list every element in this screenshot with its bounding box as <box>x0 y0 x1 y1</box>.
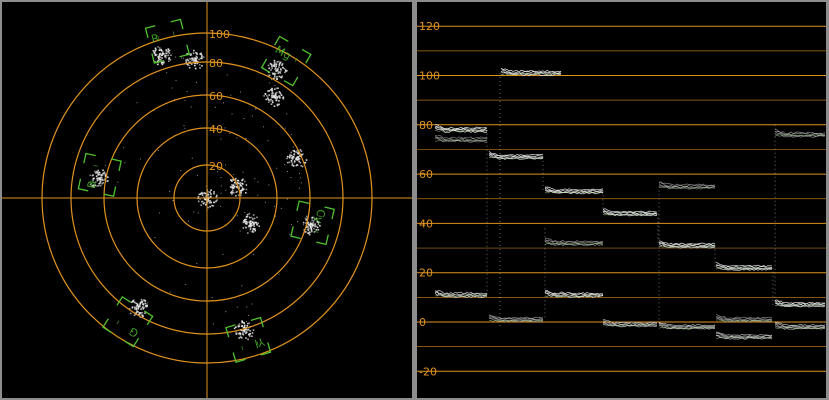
waveform-band <box>658 181 716 190</box>
vectorscope-targets: RMgBCyGYl <box>77 18 336 364</box>
waveform-band <box>488 314 544 323</box>
waveform-band <box>544 186 604 195</box>
waveform-band <box>774 299 826 308</box>
waveform-plot: 120 100 80 60 40 20 0 -20 <box>417 20 826 378</box>
vectorscope-target-letter: Yl <box>253 334 267 349</box>
waveform-scale-label: 100 <box>419 70 440 83</box>
vectorscope-ring-label: 60 <box>209 90 223 103</box>
vectorscope-target-letter: Cy <box>312 208 328 225</box>
vectorscope-cluster <box>197 189 218 209</box>
vectorscope-ring-label: 20 <box>209 160 223 173</box>
waveform-band <box>658 240 716 249</box>
waveform-band <box>715 313 773 323</box>
waveform-band <box>544 237 604 247</box>
waveform-band <box>774 322 826 330</box>
waveform-band <box>602 208 658 217</box>
vectorscope-ring-label: 100 <box>209 28 230 41</box>
vectorscope-target-letter: Mg <box>273 43 294 63</box>
waveform-scale-label: 20 <box>419 267 433 280</box>
vectorscope-panel: 20 40 60 80 100 R Mg B Cy G Yl <box>2 2 412 398</box>
waveform-band <box>500 67 562 77</box>
waveform-band <box>774 128 826 138</box>
waveform-band <box>602 318 658 328</box>
waveform-scale-label: -20 <box>419 365 437 378</box>
vectorscope-target-box: R <box>144 18 191 64</box>
vectorscope-cluster <box>185 49 205 70</box>
waveform-transitions <box>486 73 776 327</box>
waveform-band <box>434 124 488 133</box>
waveform-scale-label: 60 <box>419 168 433 181</box>
waveform-band <box>658 322 716 330</box>
waveform-band <box>544 289 604 299</box>
waveform-band <box>434 290 488 299</box>
vectorscope-plot: 20406080100 RMgBCyGYl <box>2 2 412 398</box>
waveform-band <box>434 134 488 143</box>
waveform-band <box>715 331 773 340</box>
vectorscope-target-letter: R <box>150 31 161 46</box>
waveform-panel: 120 100 80 60 40 20 0 -20 <box>417 2 826 398</box>
vectorscope-ring-label: 80 <box>209 57 223 70</box>
waveform-band <box>715 262 773 271</box>
vectorscope-cluster <box>267 59 288 80</box>
waveform-traces <box>434 67 826 340</box>
vectorscope-ring-label: 40 <box>209 123 223 136</box>
waveform-scale-label: 120 <box>419 20 440 33</box>
vectorscope-target-box: Mg <box>260 35 312 87</box>
waveform-scale-label: 40 <box>419 217 433 230</box>
waveform-band <box>488 151 544 160</box>
vectorscope-graticule: 20 40 60 80 100 <box>2 2 412 398</box>
waveform-scale-label: 0 <box>419 316 426 329</box>
vectorscope-cluster <box>242 212 261 234</box>
vectorscope-target-letter: G <box>127 324 141 340</box>
waveform-scale-label: 80 <box>419 119 433 132</box>
